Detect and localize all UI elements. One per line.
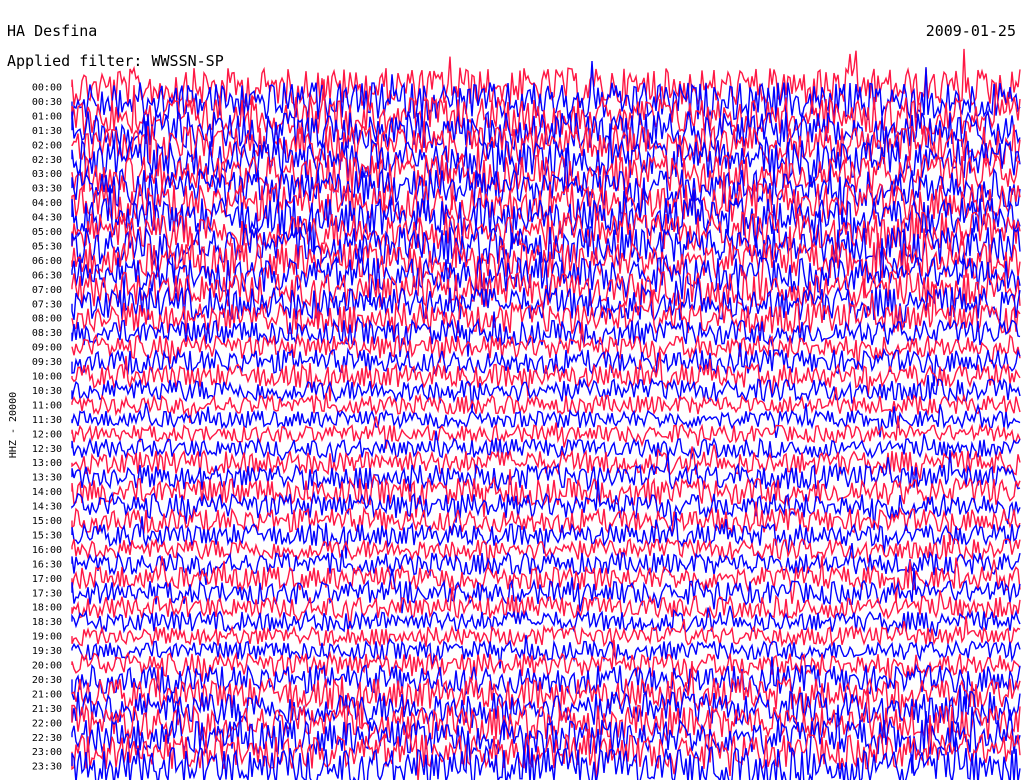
time-tick-label: 03:30 (32, 184, 62, 195)
time-tick-labels: 00:00 00:30 01:00 01:30 02:00 02:30 03:00 03:30… (32, 83, 62, 773)
time-tick-label: 09:00 (32, 343, 62, 354)
time-tick-label: 15:30 (32, 531, 62, 542)
time-tick-label: 06:30 (32, 270, 62, 281)
time-tick-label: 04:00 (32, 198, 62, 209)
time-tick-label: 16:30 (32, 559, 62, 570)
helicorder-plot: 00:00 00:30 01:00 01:30 02:00 02:30 03:00 03:30… (7, 22, 1021, 780)
time-tick-label: 17:00 (32, 574, 62, 585)
time-tick-label: 23:00 (32, 747, 62, 758)
time-tick-label: 00:30 (32, 97, 62, 108)
time-tick-label: 01:30 (32, 126, 62, 137)
time-tick-label: 10:00 (32, 372, 62, 383)
time-tick-label: 01:00 (32, 111, 62, 122)
time-tick-label: 14:00 (32, 487, 62, 498)
station-title: HA Desfina (7, 22, 97, 40)
time-tick-label: 18:00 (32, 603, 62, 614)
time-tick-label: 11:30 (32, 415, 62, 426)
time-tick-label: 15:00 (32, 516, 62, 527)
time-tick-label: 20:30 (32, 675, 62, 686)
time-tick-label: 03:00 (32, 169, 62, 180)
time-tick-label: 09:30 (32, 357, 62, 368)
time-tick-label: 07:30 (32, 299, 62, 310)
time-tick-label: 00:00 (32, 83, 62, 94)
time-tick-label: 23:30 (32, 762, 62, 773)
time-tick-label: 06:00 (32, 256, 62, 267)
time-tick-label: 19:00 (32, 632, 62, 643)
time-tick-label: 08:30 (32, 328, 62, 339)
time-tick-label: 05:30 (32, 241, 62, 252)
time-tick-label: 12:30 (32, 444, 62, 455)
time-tick-label: 13:30 (32, 473, 62, 484)
time-tick-label: 07:00 (32, 285, 62, 296)
trace-rows (71, 48, 1021, 780)
time-tick-label: 16:00 (32, 545, 62, 556)
time-tick-label: 04:30 (32, 213, 62, 224)
trace-row (71, 586, 1021, 629)
time-tick-label: 10:30 (32, 386, 62, 397)
time-tick-label: 08:00 (32, 314, 62, 325)
time-tick-label: 21:00 (32, 689, 62, 700)
time-tick-label: 21:30 (32, 704, 62, 715)
time-tick-label: 22:30 (32, 733, 62, 744)
filter-label: Applied filter: WWSSN-SP (7, 52, 224, 70)
time-tick-label: 14:30 (32, 502, 62, 513)
time-tick-label: 02:30 (32, 155, 62, 166)
trace-row (71, 141, 1021, 211)
time-tick-label: 20:00 (32, 661, 62, 672)
time-tick-label: 12:00 (32, 429, 62, 440)
time-tick-label: 19:30 (32, 646, 62, 657)
time-tick-label: 02:00 (32, 140, 62, 151)
time-tick-label: 13:00 (32, 458, 62, 469)
time-tick-label: 18:30 (32, 617, 62, 628)
time-tick-label: 17:30 (32, 588, 62, 599)
time-tick-label: 11:00 (32, 400, 62, 411)
time-tick-label: 22:00 (32, 718, 62, 729)
date-label: 2009-01-25 (926, 22, 1016, 40)
time-tick-label: 05:00 (32, 227, 62, 238)
channel-axis-label: HHZ - 20000 (8, 392, 19, 458)
